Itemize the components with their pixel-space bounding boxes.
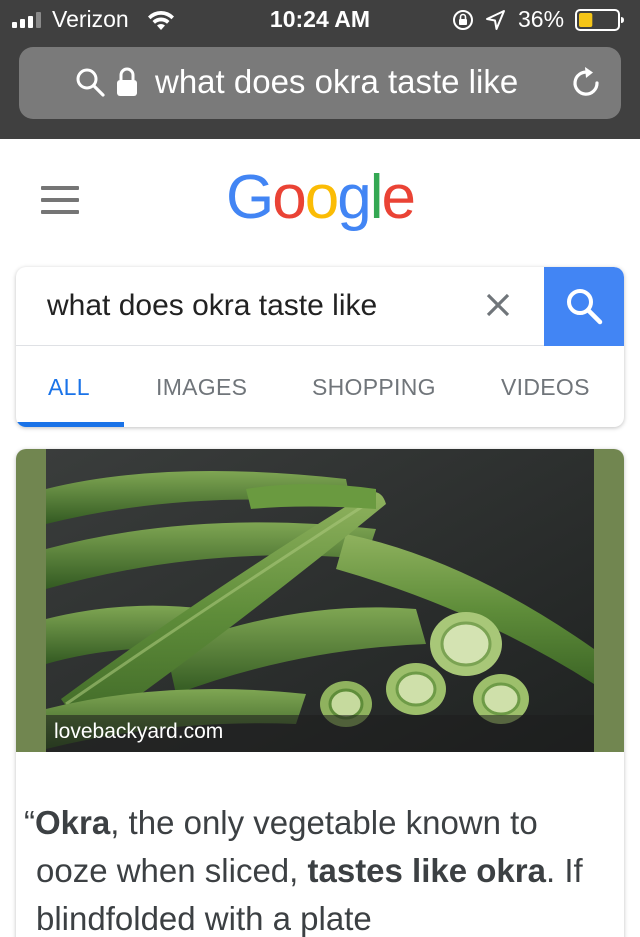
tab-all[interactable]: ALL: [48, 347, 90, 427]
tab-images[interactable]: IMAGES: [156, 347, 247, 427]
snippet-bold-1: Okra: [35, 804, 111, 841]
logo-letter: G: [226, 163, 274, 232]
logo-letter: g: [337, 163, 372, 232]
open-quote: “: [24, 804, 35, 841]
clear-icon[interactable]: [484, 291, 512, 319]
search-button[interactable]: [544, 267, 624, 346]
logo-letter: l: [369, 163, 384, 232]
google-logo[interactable]: Google: [226, 162, 416, 233]
logo-letter: o: [272, 163, 307, 232]
status-bar: Verizon 10:24 AM 36%: [0, 0, 640, 40]
reload-icon[interactable]: [567, 64, 605, 102]
rotation-lock-icon: [453, 10, 473, 30]
logo-letter: e: [381, 163, 416, 232]
browser-chrome: Verizon 10:24 AM 36% what does okra tast…: [0, 0, 640, 139]
search-card: what does okra taste like ALL IMAGES SHO…: [16, 267, 624, 427]
search-tabs: ALL IMAGES SHOPPING VIDEOS: [16, 347, 624, 427]
search-icon: [76, 68, 105, 97]
location-arrow-icon: [486, 10, 505, 30]
battery-icon: [575, 9, 624, 31]
snippet-bold-2: tastes like okra: [307, 852, 546, 889]
lock-icon: [117, 67, 137, 96]
logo-letter: o: [304, 163, 340, 232]
result-image-frame[interactable]: lovebackyard.com: [16, 449, 624, 752]
snippet-text: “Okra, the only vegetable known to ooze …: [24, 799, 606, 937]
tab-shopping[interactable]: SHOPPING: [312, 347, 436, 427]
search-icon: [567, 289, 603, 325]
search-input[interactable]: what does okra taste like: [16, 267, 544, 346]
active-tab-indicator: [16, 422, 124, 427]
tab-videos[interactable]: VIDEOS: [501, 347, 590, 427]
hamburger-menu-icon[interactable]: [41, 186, 79, 214]
featured-snippet-card: lovebackyard.com “Okra, the only vegetab…: [16, 449, 624, 937]
image-source[interactable]: lovebackyard.com: [54, 720, 223, 744]
address-bar-text[interactable]: what does okra taste like: [155, 63, 518, 101]
okra-photo[interactable]: [46, 449, 594, 752]
battery-percent: 36%: [518, 6, 565, 32]
